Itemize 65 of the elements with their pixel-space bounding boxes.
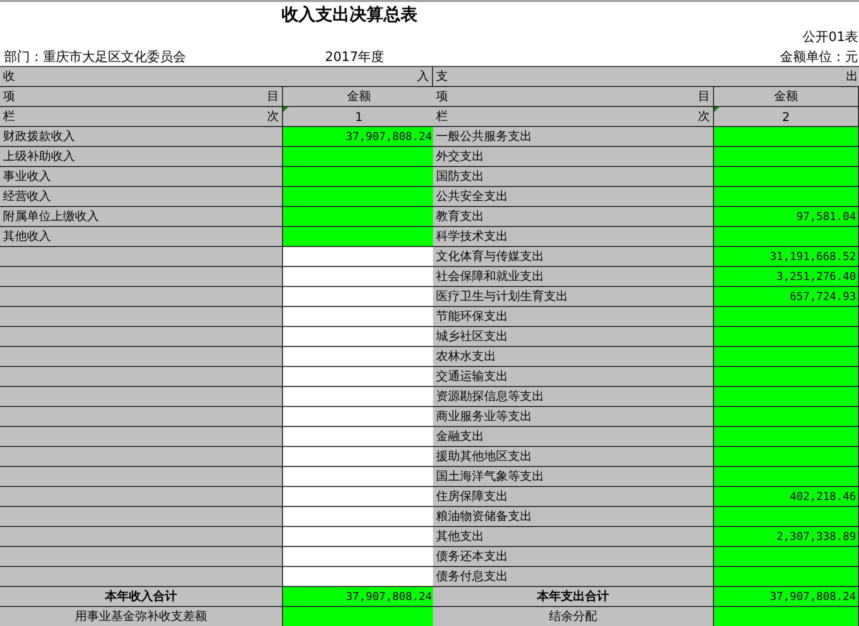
header-text: 入 (417, 68, 429, 85)
amount-cell: 657,724.93 (714, 287, 859, 307)
label-cell: 金融支出 (433, 427, 714, 447)
label-cell: 事业收入 (0, 167, 283, 187)
label-cell: 农林水支出 (433, 347, 714, 367)
label-cell: 资源勘探信息等支出 (433, 387, 714, 407)
table-title: 收入支出决算总表 (282, 4, 418, 26)
label-cell: 节能环保支出 (433, 307, 714, 327)
label-cell: 经营收入 (0, 187, 283, 207)
label-cell: 其他收入 (0, 227, 283, 247)
amount-cell: 37,907,808.24 (714, 587, 859, 607)
label-cell: 外交支出 (433, 147, 714, 167)
label-cell: 社会保障和就业支出 (433, 267, 714, 287)
column-header: 金额 (283, 87, 433, 107)
label-cell: 本年支出合计 (433, 587, 714, 607)
amount-cell: 37,907,808.24 (283, 127, 433, 147)
unit-label: 金额单位：元 (780, 49, 858, 66)
label-cell: 本年收入合计 (0, 587, 283, 607)
label-cell: 一般公共服务支出 (433, 127, 714, 147)
cell-marker-icon (714, 107, 719, 112)
label-cell: 住房保障支出 (433, 487, 714, 507)
label-cell: 城乡社区支出 (433, 327, 714, 347)
header-text: 收 (3, 68, 15, 85)
column-number: 2 (782, 110, 790, 124)
label-cell: 其他支出 (433, 527, 714, 547)
label-cell: 国防支出 (433, 167, 714, 187)
label-cell: 援助其他地区支出 (433, 447, 714, 467)
label-cell: 上级补助收入 (0, 147, 283, 167)
label-cell: 医疗卫生与计划生育支出 (433, 287, 714, 307)
cell-marker-icon (283, 107, 288, 112)
label-cell: 债务付息支出 (433, 567, 714, 587)
header-text: 支 (436, 68, 448, 85)
header-text: 栏 (3, 108, 15, 125)
label-cell: 粮油物资储备支出 (433, 507, 714, 527)
amount-cell: 402,218.46 (714, 487, 859, 507)
column-number: 1 (355, 110, 363, 124)
amount-cell: 37,907,808.24 (283, 587, 433, 607)
label-cell: 国土海洋气象等支出 (433, 467, 714, 487)
header-text: 次 (267, 108, 279, 125)
amount-cell: 31,191,668.52 (714, 247, 859, 267)
department-label: 部门：重庆市大足区文化委员会 (3, 49, 187, 66)
label-cell: 商业服务业等支出 (433, 407, 714, 427)
label-cell: 交通运输支出 (433, 367, 714, 387)
amount-cell: 97,581.04 (714, 207, 859, 227)
label-cell: 债务还本支出 (433, 547, 714, 567)
year-label: 2017年度 (325, 49, 386, 66)
label-cell: 科学技术支出 (433, 227, 714, 247)
form-number: 公开01表 (802, 29, 858, 46)
amount-cell: 2,307,338.89 (714, 527, 859, 547)
label-cell: 结余分配 (433, 607, 714, 626)
label-cell: 用事业基金弥补收支差额 (0, 607, 283, 626)
label-cell: 文化体育与传媒支出 (433, 247, 714, 267)
header-text: 目 (267, 88, 279, 105)
label-cell: 附属单位上缴收入 (0, 207, 283, 227)
header-text: 项 (436, 88, 448, 105)
label-cell: 教育支出 (433, 207, 714, 227)
header-text: 栏 (436, 108, 448, 125)
label-cell: 公共安全支出 (433, 187, 714, 207)
amount-cell: 3,251,276.40 (714, 267, 859, 287)
header-text: 次 (698, 108, 710, 125)
label-cell: 财政拨款收入 (0, 127, 283, 147)
column-header: 金额 (714, 87, 859, 107)
header-text: 项 (3, 88, 15, 105)
header-text: 出 (846, 68, 858, 85)
header-text: 目 (698, 88, 710, 105)
